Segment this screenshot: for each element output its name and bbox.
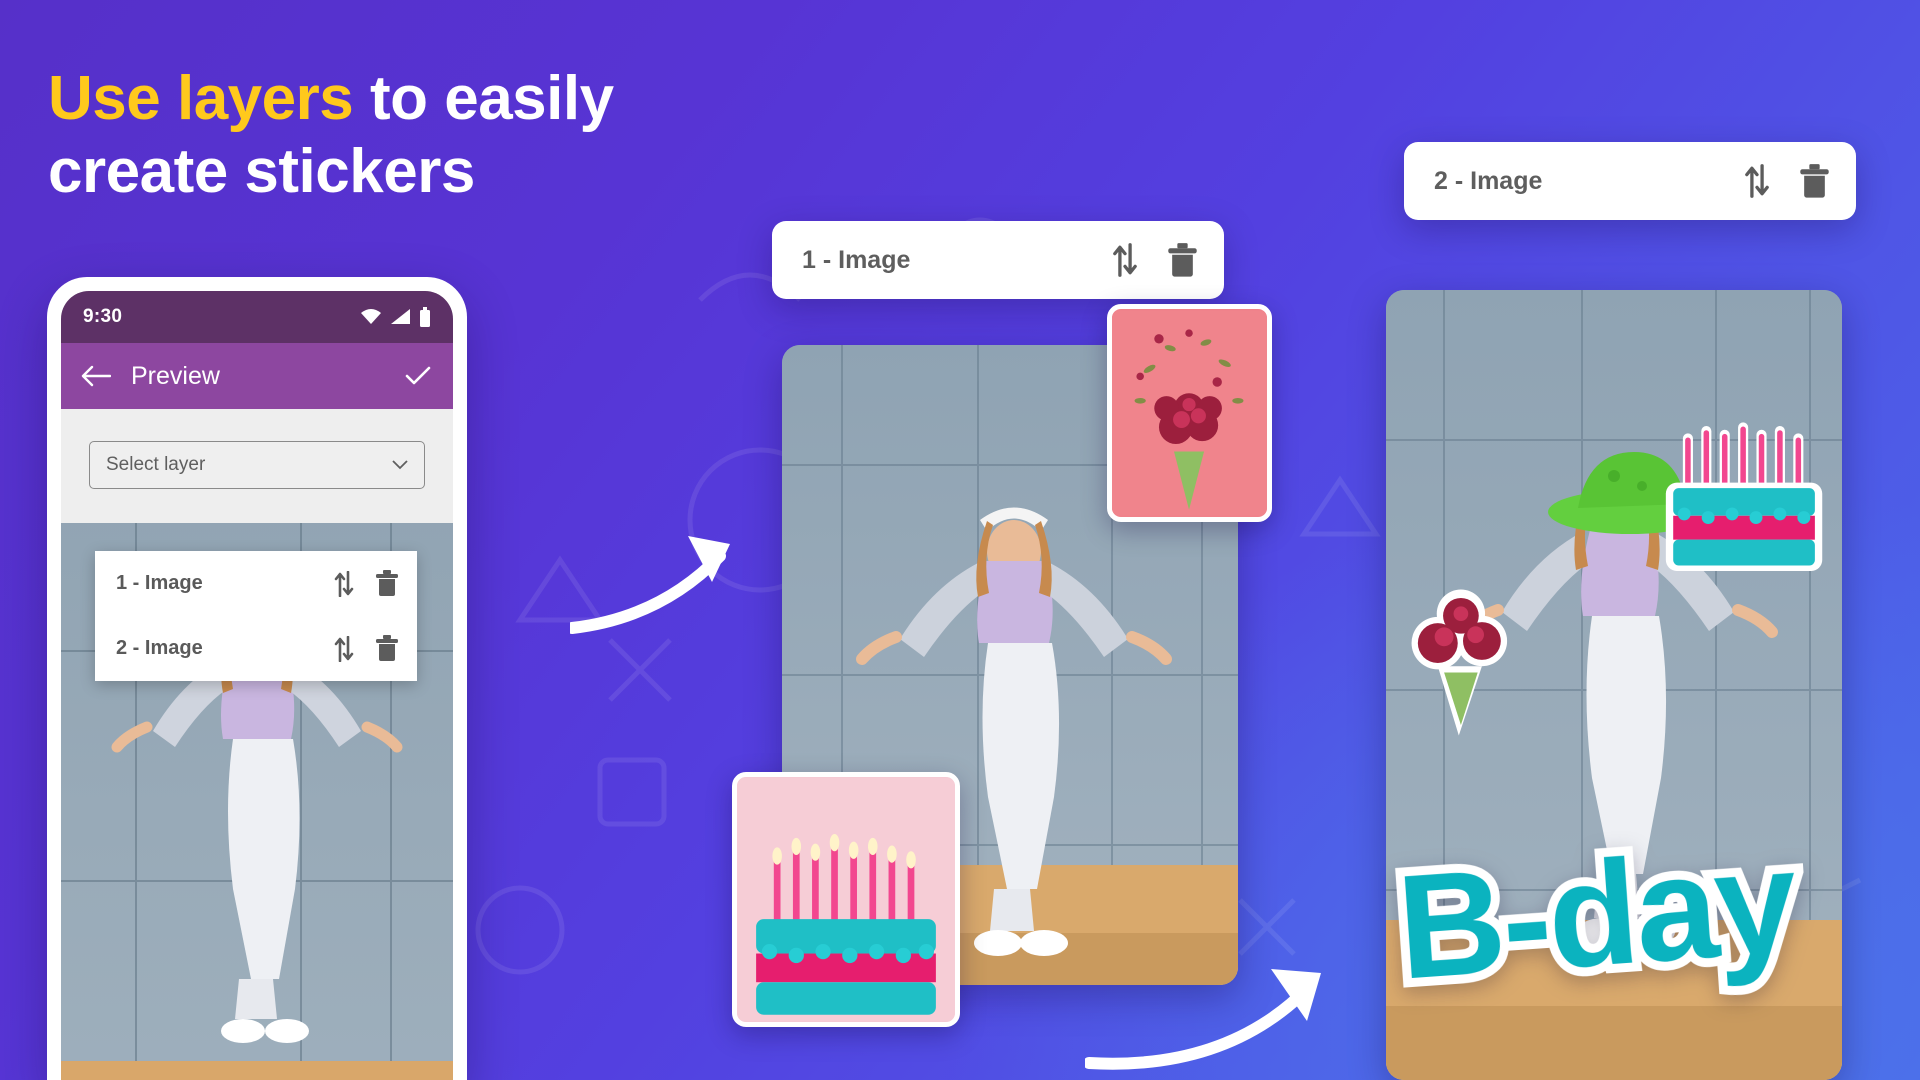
swap-vertical-icon[interactable]: [333, 635, 355, 662]
layer-card[interactable]: 2 - Image: [1404, 142, 1856, 220]
layer-card[interactable]: 1 - Image: [772, 221, 1224, 299]
page-title: Use layers to easily create stickers: [48, 62, 828, 208]
phone-mockup: 9:30 Preview Select layer 1 - Image 2 - …: [47, 277, 467, 1080]
check-icon: [405, 366, 431, 385]
rose-bouquet-sticker[interactable]: [1107, 304, 1272, 522]
birthday-cake-overlay: [1665, 422, 1823, 571]
trash-icon[interactable]: [1799, 163, 1830, 199]
headline-line2: create stickers: [48, 137, 475, 207]
layer-menu-item-label: 1 - Image: [116, 572, 203, 594]
chevron-down-icon: [392, 460, 408, 470]
wifi-icon: [361, 309, 381, 324]
trash-icon[interactable]: [375, 635, 399, 662]
cellular-signal-icon: [391, 309, 410, 324]
trash-icon[interactable]: [1167, 242, 1198, 278]
layer-menu-item[interactable]: 1 - Image: [95, 551, 417, 616]
flow-arrow-right: [570, 536, 730, 634]
bday-text-sticker[interactable]: B-day: [1384, 809, 1809, 1019]
app-bar-title: Preview: [131, 361, 220, 390]
select-layer-dropdown[interactable]: Select layer: [89, 441, 425, 489]
phone-screen: 9:30 Preview Select layer 1 - Image 2 - …: [61, 291, 453, 1080]
birthday-cake-sticker[interactable]: [732, 772, 960, 1027]
layer-menu-item[interactable]: 2 - Image: [95, 616, 417, 681]
flow-arrow-right: [1085, 969, 1321, 1070]
status-bar: 9:30: [61, 291, 453, 343]
status-clock: 9:30: [83, 306, 123, 327]
headline-rest: to easily: [353, 64, 614, 133]
layer-card-label: 2 - Image: [1434, 166, 1543, 195]
bday-text-label: B-day: [1384, 809, 1809, 1019]
swap-vertical-icon[interactable]: [1111, 243, 1139, 277]
layer-menu-item-label: 2 - Image: [116, 637, 203, 659]
rose-bouquet-art: [1112, 310, 1267, 516]
arrow-left-icon: [81, 365, 111, 387]
app-bar: Preview: [61, 343, 453, 409]
swap-vertical-icon[interactable]: [333, 570, 355, 597]
layer-card-label: 1 - Image: [802, 245, 911, 274]
battery-icon: [420, 307, 430, 327]
trash-icon[interactable]: [375, 570, 399, 597]
swap-vertical-icon[interactable]: [1743, 164, 1771, 198]
back-button[interactable]: [81, 364, 111, 388]
editor-body: Select layer 1 - Image 2 - Image: [61, 441, 453, 1080]
layer-dropdown-menu: 1 - Image 2 - Image: [95, 551, 417, 681]
headline-highlight: Use layers: [48, 64, 354, 133]
confirm-button[interactable]: [403, 363, 433, 389]
select-layer-placeholder: Select layer: [106, 454, 206, 475]
birthday-cake-art: [737, 777, 955, 1022]
